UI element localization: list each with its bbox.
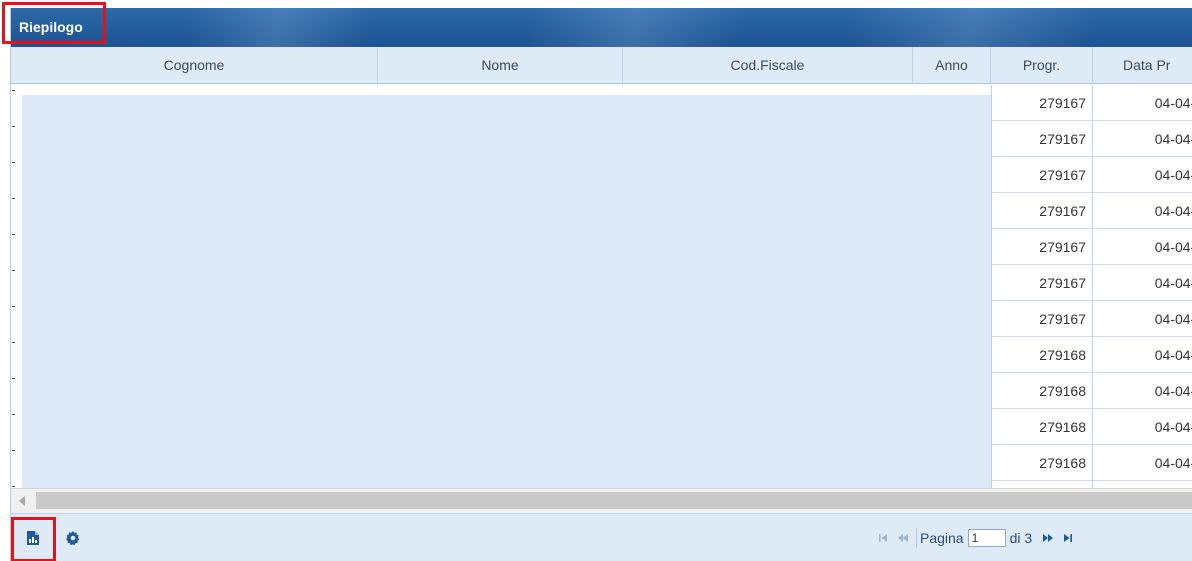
column-header-progr[interactable]: Progr. bbox=[991, 47, 1093, 83]
title-bar-decoration bbox=[531, 8, 791, 47]
grid-header: Cognome Nome Cod.Fiscale Anno Progr. Dat… bbox=[11, 47, 1192, 84]
progr-cell: 279167 bbox=[991, 121, 1093, 157]
data-pr-cell: 04-04-2 bbox=[1093, 85, 1192, 121]
data-pr-cell: 04-04-2 bbox=[1093, 481, 1192, 488]
grid-body: 27916704-04-227916704-04-227916704-04-22… bbox=[11, 84, 1192, 488]
first-page-icon bbox=[879, 534, 887, 542]
gear-icon bbox=[66, 531, 80, 545]
progr-cell: 279167 bbox=[991, 265, 1093, 301]
progr-cell: 279168 bbox=[991, 337, 1093, 373]
first-page-button[interactable] bbox=[873, 528, 893, 548]
data-pr-cell: 04-04-2 bbox=[1093, 301, 1192, 337]
prev-page-button[interactable] bbox=[893, 528, 913, 548]
pagination: Pagina di 3 bbox=[873, 526, 1078, 550]
data-pr-cell: 04-04-2 bbox=[1093, 121, 1192, 157]
next-page-button[interactable] bbox=[1038, 528, 1058, 548]
last-page-icon bbox=[1064, 534, 1073, 542]
progr-cell: 279167 bbox=[991, 157, 1093, 193]
panel-title-bar: Riepilogo bbox=[11, 8, 1192, 47]
spreadsheet-export-icon bbox=[27, 531, 39, 545]
progr-cell: 279167 bbox=[991, 85, 1093, 121]
column-header-data-pr[interactable]: Data Pr bbox=[1093, 47, 1192, 83]
scrollbar-thumb[interactable] bbox=[36, 492, 1192, 509]
data-pr-cell: 04-04-2 bbox=[1093, 409, 1192, 445]
progr-cell: 279168 bbox=[991, 373, 1093, 409]
data-pr-cell: 04-04-2 bbox=[1093, 229, 1192, 265]
title-bar-decoration bbox=[191, 8, 411, 47]
page-number-input[interactable] bbox=[967, 529, 1006, 547]
column-header-cognome[interactable]: Cognome bbox=[11, 47, 378, 83]
masked-personal-data-area bbox=[22, 95, 991, 488]
page-label: Pagina bbox=[920, 530, 964, 546]
prev-page-icon bbox=[898, 534, 908, 542]
page-count-label: di 3 bbox=[1009, 530, 1033, 546]
grid-toolbar: Pagina di 3 bbox=[11, 513, 1192, 561]
title-bar-decoration bbox=[851, 8, 1151, 47]
column-header-anno[interactable]: Anno bbox=[913, 47, 991, 83]
progr-cell: 279168 bbox=[991, 409, 1093, 445]
data-pr-cell: 04-04-2 bbox=[1093, 373, 1192, 409]
progr-cell: 279168 bbox=[991, 481, 1093, 488]
progr-cell: 279168 bbox=[991, 445, 1093, 481]
column-header-cod-fiscale[interactable]: Cod.Fiscale bbox=[623, 47, 913, 83]
horizontal-scrollbar[interactable] bbox=[11, 488, 1192, 514]
last-page-button[interactable] bbox=[1058, 528, 1078, 548]
pager-separator bbox=[916, 528, 917, 548]
settings-button[interactable] bbox=[63, 528, 83, 548]
data-pr-cell: 04-04-2 bbox=[1093, 157, 1192, 193]
title-highlight bbox=[2, 2, 106, 44]
riepilogo-panel: Riepilogo Cognome Nome Cod.Fiscale Anno … bbox=[10, 8, 1192, 561]
progr-cell: 279167 bbox=[991, 229, 1093, 265]
next-page-icon bbox=[1043, 534, 1054, 542]
data-pr-cell: 04-04-2 bbox=[1093, 265, 1192, 301]
data-pr-cell: 04-04-2 bbox=[1093, 337, 1192, 373]
column-header-nome[interactable]: Nome bbox=[378, 47, 623, 83]
scroll-left-arrow-icon[interactable] bbox=[19, 496, 25, 506]
export-excel-button[interactable] bbox=[23, 528, 43, 548]
data-pr-cell: 04-04-2 bbox=[1093, 193, 1192, 229]
data-pr-cell: 04-04-2 bbox=[1093, 445, 1192, 481]
progr-cell: 279167 bbox=[991, 301, 1093, 337]
progr-cell: 279167 bbox=[991, 193, 1093, 229]
